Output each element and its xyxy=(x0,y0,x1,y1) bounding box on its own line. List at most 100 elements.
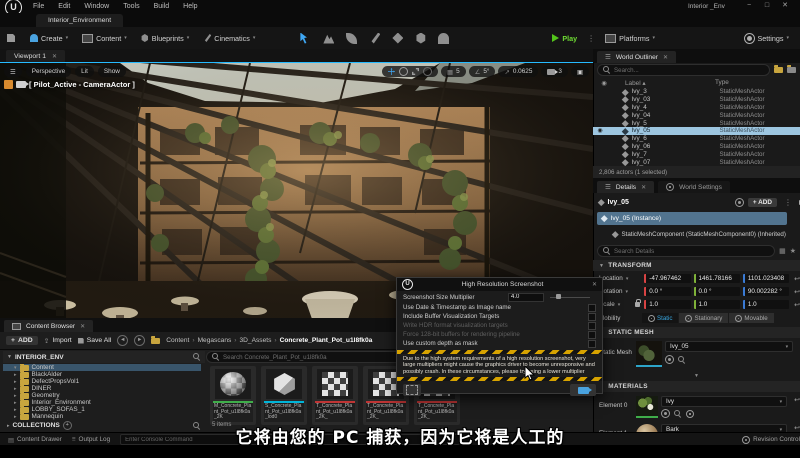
browse-to-asset-icon[interactable] xyxy=(678,356,686,364)
details-tab[interactable]: ☰ Details ✕ xyxy=(597,181,654,193)
multiplier-input[interactable] xyxy=(508,293,544,302)
outliner-row[interactable]: ◉ Ivy_03 StaticMeshActor xyxy=(593,96,800,104)
reset-to-default-icon[interactable]: ↩ xyxy=(794,275,800,283)
landscape-mode-icon[interactable] xyxy=(323,33,334,44)
material-thumbnail[interactable] xyxy=(636,396,658,418)
y-value-field[interactable]: 0.0 ° xyxy=(694,287,740,296)
viewport-tab-close-icon[interactable]: ✕ xyxy=(52,53,57,60)
browse-to-asset-icon[interactable] xyxy=(674,410,682,418)
option-checkbox[interactable] xyxy=(588,304,596,312)
play-options-icon[interactable]: ⋮ xyxy=(587,34,595,43)
visibility-column-icon[interactable]: ◉ xyxy=(597,79,611,87)
visibility-eye-icon[interactable]: ◉ xyxy=(593,127,607,134)
viewport-tab[interactable]: Viewport 1 ✕ xyxy=(6,50,65,62)
outliner-search[interactable] xyxy=(597,64,770,76)
back-icon[interactable]: ◄ xyxy=(117,335,128,346)
cb-sources-header[interactable]: ▼ INTERIOR_ENV xyxy=(3,351,205,363)
forward-icon[interactable]: ► xyxy=(134,335,145,346)
menu-item[interactable]: Edit xyxy=(51,0,77,13)
materials-section-header[interactable]: ▼MATERIALS xyxy=(593,381,800,392)
outliner-row[interactable]: ◉ Ivy_5 StaticMeshActor xyxy=(593,119,800,127)
maximize-viewport-button[interactable]: ▣ xyxy=(571,66,589,77)
z-value-field[interactable]: 90.002282 ° xyxy=(743,287,789,296)
x-value-field[interactable]: -47.967462 xyxy=(644,274,690,283)
world-outliner-tab[interactable]: ☰ World Outliner ✕ xyxy=(597,51,676,63)
menu-item[interactable]: Tools xyxy=(116,0,146,13)
outliner-row[interactable]: ◉ Ivy_6 StaticMeshActor xyxy=(593,135,800,143)
viewport-menu-button[interactable]: ☰ xyxy=(4,66,22,77)
rotate-gizmo-icon[interactable] xyxy=(399,67,408,76)
outliner-row[interactable]: ◉ Ivy_06 StaticMeshActor xyxy=(593,143,800,151)
close-button[interactable]: ✕ xyxy=(778,1,792,11)
dialog-title-bar[interactable]: U High Resolution Screenshot ✕ xyxy=(397,278,602,291)
cb-add-button[interactable]: +ADD xyxy=(6,336,38,345)
cb-import-button[interactable]: ⇪Import xyxy=(44,337,72,345)
label-column-header[interactable]: Label ▴ xyxy=(611,79,715,87)
menu-item[interactable]: Build xyxy=(147,0,177,13)
save-icon[interactable] xyxy=(7,34,15,42)
camera-shortcut-button[interactable]: 3 xyxy=(541,66,568,77)
outliner-search-input[interactable] xyxy=(614,67,764,74)
scale-lock-icon[interactable] xyxy=(635,302,641,307)
camera-speed-button[interactable]: ↗0.0625 xyxy=(498,66,538,77)
mobility-option[interactable]: Stationary xyxy=(679,313,729,323)
menu-item[interactable]: File xyxy=(26,0,51,13)
x-value-field[interactable]: 0.0 ° xyxy=(644,287,690,296)
material-options-icon[interactable] xyxy=(686,410,694,418)
expand-arrow-icon[interactable] xyxy=(14,364,17,371)
expand-arrow-icon[interactable] xyxy=(14,385,17,392)
type-column-header[interactable]: Type xyxy=(715,79,729,86)
create-button[interactable]: Create▾ xyxy=(23,27,75,49)
content-browser-tab-close-icon[interactable]: ✕ xyxy=(80,323,85,330)
minimize-button[interactable]: − xyxy=(742,1,756,11)
details-options-icon[interactable]: ⋮ xyxy=(784,198,792,207)
content-browser-tab[interactable]: Content Browser ✕ xyxy=(4,320,93,332)
option-checkbox[interactable] xyxy=(588,331,596,339)
folder-options-icon[interactable] xyxy=(787,67,796,73)
folder-tree-item[interactable]: LOBBY_SOFAS_1 xyxy=(3,406,201,413)
breadcrumb-item[interactable]: Megascans xyxy=(198,337,232,344)
folder-tree-item[interactable]: Mannequin xyxy=(3,413,201,420)
favorites-star-icon[interactable]: ★ xyxy=(790,247,796,255)
mesh-paint-mode-icon[interactable] xyxy=(369,33,380,44)
outliner-row[interactable]: ◉ Ivy_04 StaticMeshActor xyxy=(593,111,800,119)
scale-gizmo-icon[interactable] xyxy=(412,68,419,75)
mobility-option[interactable]: Static xyxy=(642,313,679,323)
instance-row[interactable]: Ivy_05 (Instance) xyxy=(597,212,787,225)
world-outliner-tab-close-icon[interactable]: ✕ xyxy=(663,54,668,61)
angle-snap-button[interactable]: ∠5° xyxy=(469,66,496,77)
refresh-icon[interactable] xyxy=(735,198,744,207)
transform-row-label[interactable]: Scale▾ xyxy=(599,301,632,308)
blueprints-button[interactable]: Blueprints▾ xyxy=(134,27,196,49)
mobility-option[interactable]: Movable xyxy=(729,313,774,323)
play-button[interactable]: Play xyxy=(545,27,584,49)
material-dropdown[interactable]: Ivy▾ xyxy=(661,396,787,407)
menu-item[interactable]: Window xyxy=(77,0,116,13)
static-mesh-thumbnail[interactable] xyxy=(636,341,662,367)
transform-row-label[interactable]: Location▾ xyxy=(599,275,632,282)
add-component-button[interactable]: + ADD xyxy=(748,198,777,207)
expand-advanced-icon[interactable]: ▼ xyxy=(593,373,800,380)
outliner-row[interactable]: ◉ Ivy_4 StaticMeshActor xyxy=(593,104,800,112)
capture-region-button[interactable] xyxy=(403,384,421,396)
details-search[interactable] xyxy=(597,245,775,257)
expand-arrow-icon[interactable] xyxy=(14,371,17,378)
z-value-field[interactable]: 1101.023408 xyxy=(743,274,789,283)
viewport-mode-pill[interactable]: Show xyxy=(98,66,126,77)
asset-tile[interactable]: S_Concrete_Plant_Pot_u1l8fk0a_lod0 xyxy=(261,366,307,425)
transform-row-label[interactable]: Rotation▾ xyxy=(599,288,632,295)
breadcrumb-item[interactable]: 3D_Assets xyxy=(240,337,272,344)
details-search-input[interactable] xyxy=(614,248,769,255)
y-value-field[interactable]: 1.0 xyxy=(694,300,740,309)
static-mesh-section-header[interactable]: ▼STATIC MESH xyxy=(593,327,800,338)
asset-tile[interactable]: M_Concrete_Plant_Pot_u1l8fk0a_2K xyxy=(210,366,256,425)
z-value-field[interactable]: 1.0 xyxy=(743,300,789,309)
details-tab-close-icon[interactable]: ✕ xyxy=(641,184,646,191)
expand-arrow-icon[interactable] xyxy=(14,413,17,420)
option-checkbox[interactable] xyxy=(588,313,596,321)
foliage-mode-icon[interactable] xyxy=(346,33,357,44)
expand-arrow-icon[interactable] xyxy=(14,406,17,413)
fracture-mode-icon[interactable] xyxy=(392,33,403,44)
x-value-field[interactable]: 1.0 xyxy=(644,300,690,309)
world-settings-tab[interactable]: World Settings xyxy=(658,181,730,193)
